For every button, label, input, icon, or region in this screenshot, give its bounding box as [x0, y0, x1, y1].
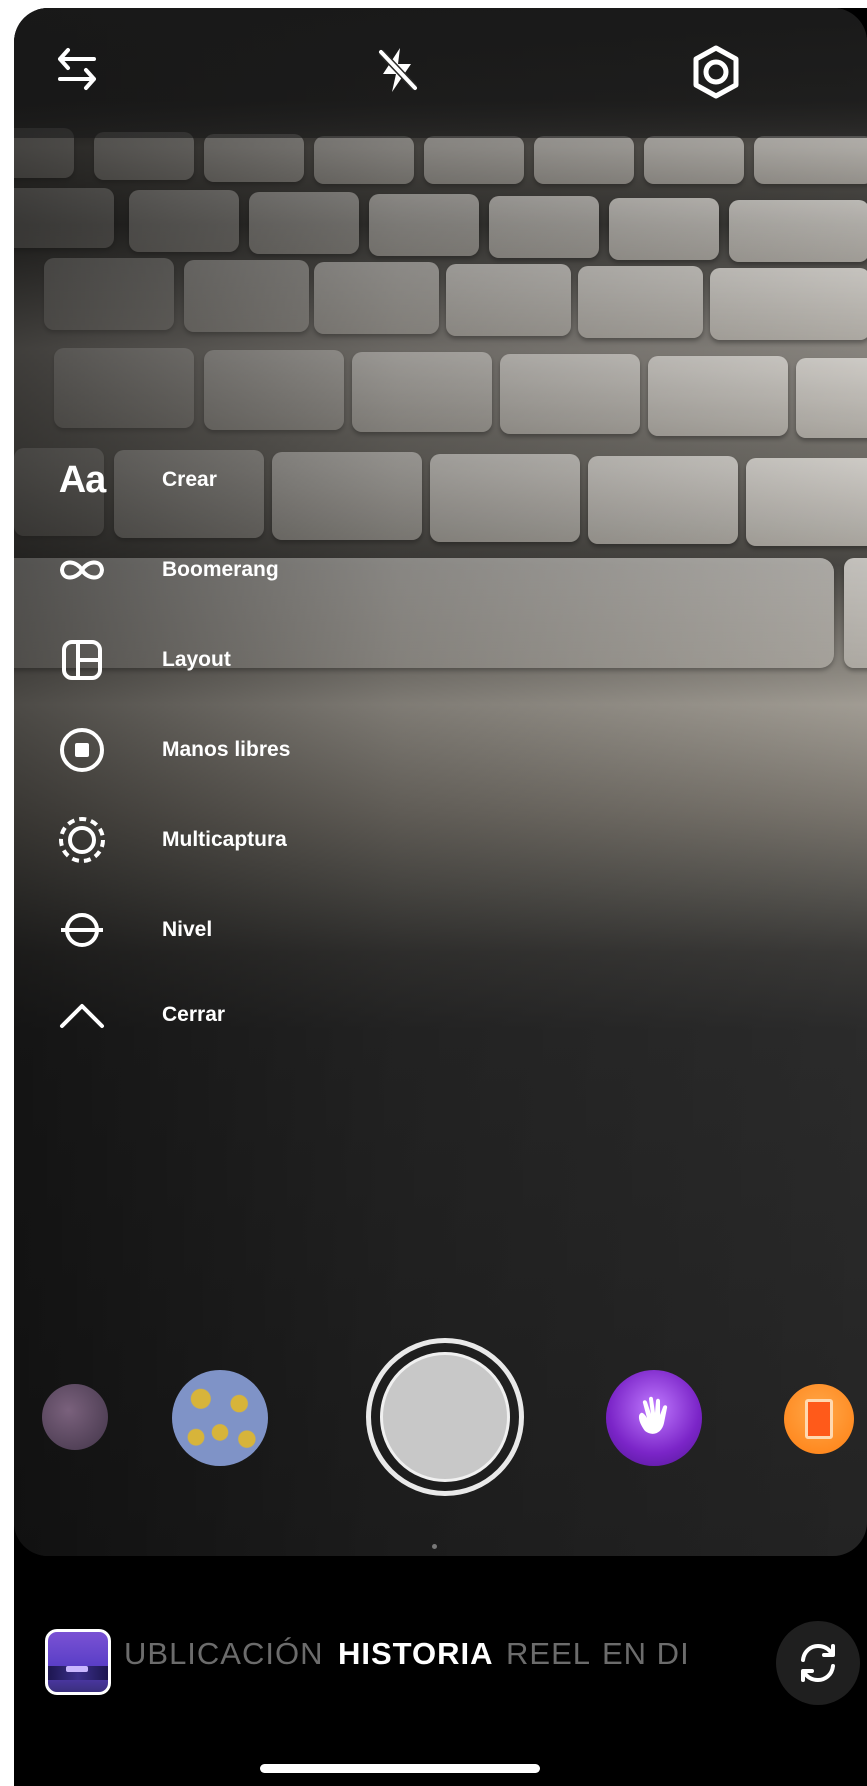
mode-post[interactable]: UBLICACIÓN [124, 1636, 323, 1672]
mode-live[interactable]: EN DI [602, 1636, 690, 1672]
menu-item-multicapture[interactable]: Multicaptura [54, 810, 287, 870]
menu-item-label: Layout [162, 648, 231, 671]
menu-item-layout[interactable]: Layout [54, 630, 231, 690]
effect-thumb-1[interactable] [42, 1384, 108, 1450]
layout-grid-icon [54, 632, 110, 688]
effect-thumb-4[interactable] [784, 1384, 854, 1454]
text-aa-icon: Aa [58, 458, 107, 501]
multi-capture-icon [54, 812, 110, 868]
camera-flip-icon[interactable] [776, 1621, 860, 1705]
camera-viewfinder: Aa Crear Boomerang Layout Manos libres M… [14, 8, 867, 1556]
level-icon [54, 902, 110, 958]
mode-story[interactable]: HISTORIA [338, 1636, 494, 1672]
gallery-thumbnail-icon[interactable] [45, 1629, 111, 1695]
menu-item-label: Nivel [162, 918, 213, 941]
menu-item-label: Boomerang [162, 558, 279, 581]
arrows-swap-icon[interactable] [52, 44, 102, 94]
infinity-icon [54, 542, 110, 598]
wave-hand-icon [638, 1396, 668, 1434]
camera-screen: Aa Crear Boomerang Layout Manos libres M… [14, 8, 867, 1786]
mode-reel[interactable]: REEL [506, 1636, 591, 1672]
menu-item-close[interactable]: Cerrar [54, 985, 225, 1045]
menu-item-label: Manos libres [162, 738, 291, 761]
menu-item-boomerang[interactable]: Boomerang [54, 540, 279, 600]
hands-free-record-icon [54, 722, 110, 778]
menu-item-create[interactable]: Aa Crear [54, 450, 217, 510]
menu-item-label: Cerrar [162, 1003, 226, 1026]
settings-gear-icon[interactable] [686, 42, 746, 102]
menu-item-hands-free[interactable]: Manos libres [54, 720, 290, 780]
menu-item-label: Multicaptura [162, 828, 287, 851]
flash-off-icon[interactable] [369, 42, 425, 98]
effect-thumb-3[interactable] [606, 1370, 702, 1466]
home-indicator[interactable] [260, 1764, 540, 1773]
menu-item-level[interactable]: Nivel [54, 900, 212, 960]
shutter-button[interactable] [366, 1338, 524, 1496]
camera-mode-selector[interactable]: UBLICACIÓN HISTORIA REEL EN DI [124, 1636, 804, 1680]
menu-item-label: Crear [162, 468, 217, 491]
effect-thumb-2[interactable] [172, 1370, 268, 1466]
chevron-up-icon [54, 987, 110, 1043]
